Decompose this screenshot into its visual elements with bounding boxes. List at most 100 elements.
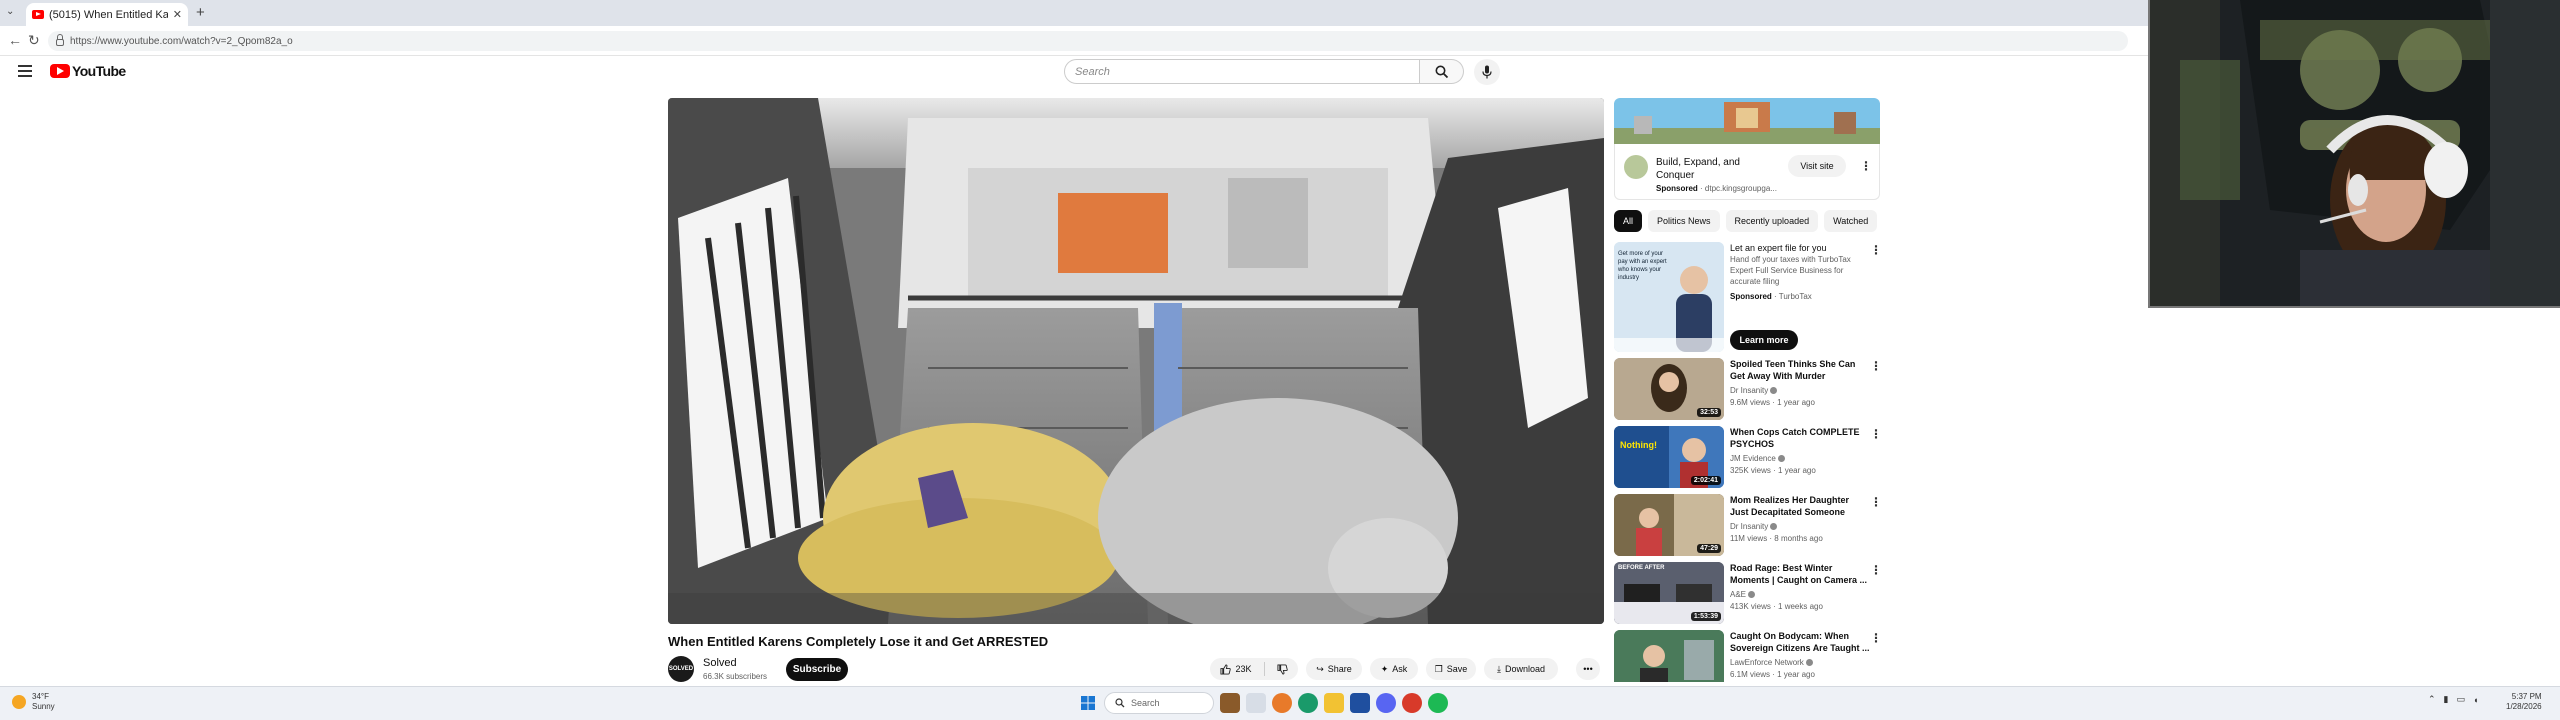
video-channel[interactable]: A&E <box>1730 590 1756 599</box>
visit-site-button[interactable]: Visit site <box>1788 155 1846 177</box>
youtube-favicon-icon <box>32 10 44 19</box>
file-explorer-icon[interactable] <box>1324 693 1344 713</box>
ad-sponsor-line: Sponsored · dtpc.kingsgroupga... <box>1656 184 1777 193</box>
like-count: 23K <box>1235 664 1252 674</box>
video-title[interactable]: Mom Realizes Her Daughter Just Decapitat… <box>1730 494 1870 518</box>
network-icon[interactable]: ▭ <box>2457 694 2466 705</box>
video-channel[interactable]: LawEnforce Network <box>1730 658 1813 667</box>
volume-icon[interactable]: ◖ <box>2473 695 2478 705</box>
video-menu-icon[interactable]: ⋮ <box>1870 564 1882 576</box>
new-tab-button[interactable]: + <box>196 4 205 21</box>
video-title[interactable]: Caught On Bodycam: When Sovereign Citize… <box>1730 630 1870 654</box>
video-menu-icon[interactable]: ⋮ <box>1870 632 1882 644</box>
bookmark-icon: ❐ <box>1434 663 1443 674</box>
tab-close-icon[interactable]: ✕ <box>173 8 182 21</box>
ad-domain: dtpc.kingsgroupga... <box>1704 184 1777 193</box>
dislike-button[interactable] <box>1269 658 1296 680</box>
video-duration: 32:53 <box>1697 408 1721 417</box>
weather-widget[interactable]: 34°F Sunny <box>12 692 55 712</box>
taskbar-widget-icon[interactable] <box>1220 693 1240 713</box>
video-title[interactable]: When Cops Catch COMPLETE PSYCHOS <box>1730 426 1870 450</box>
video-menu-icon[interactable]: ⋮ <box>1870 360 1882 372</box>
tray-overflow-icon[interactable]: ⌃ <box>2428 694 2436 705</box>
video-menu-icon[interactable]: ⋮ <box>1870 496 1882 508</box>
download-button[interactable]: ⤓ Download <box>1484 658 1558 680</box>
ad-thumbnail-text: Get more of your pay with an expert who … <box>1618 251 1667 281</box>
video-thumbnail: 47:29 <box>1614 494 1724 556</box>
thumbnail-text: Nothing! <box>1620 440 1657 450</box>
search-input[interactable]: Search <box>1064 59 1420 84</box>
discord-icon[interactable] <box>1376 693 1396 713</box>
youtube-play-icon <box>50 64 70 78</box>
ad-title[interactable]: Build, Expand, and Conquer <box>1656 156 1766 182</box>
taskbar-clock[interactable]: 5:37 PM 1/28/2026 <box>2506 692 2542 712</box>
task-view-icon[interactable] <box>1246 693 1266 713</box>
search-button[interactable] <box>1420 59 1464 84</box>
thumbnail-art <box>1614 630 1724 682</box>
ad-banner-image[interactable] <box>1614 98 1880 144</box>
like-divider <box>1263 662 1265 676</box>
chip-politics-news[interactable]: Politics News <box>1648 210 1720 232</box>
back-icon[interactable]: ← <box>8 32 22 48</box>
share-label: Share <box>1327 664 1352 674</box>
video-channel[interactable]: JM Evidence <box>1730 454 1785 463</box>
subscribe-button[interactable]: Subscribe <box>786 658 848 681</box>
learn-more-button[interactable]: Learn more <box>1730 330 1798 350</box>
webcam-overlay <box>2148 0 2560 308</box>
windows-start-icon[interactable] <box>1078 693 1098 713</box>
ad-menu-icon[interactable]: ⋮ <box>1860 160 1872 172</box>
recommended-video[interactable]: Nothing! 2:02:41 When Cops Catch COMPLET… <box>1614 426 1884 488</box>
video-channel[interactable]: Dr Insanity <box>1730 386 1778 395</box>
video-duration: 1:53:39 <box>1690 612 1721 621</box>
video-meta: 413K views · 1 weeks ago <box>1730 602 1823 611</box>
video-channel[interactable]: Dr Insanity <box>1730 522 1778 531</box>
edge-icon[interactable] <box>1298 693 1318 713</box>
chip-watched[interactable]: Watched <box>1824 210 1878 232</box>
voice-search-button[interactable] <box>1474 59 1500 85</box>
address-bar[interactable]: https://www.youtube.com/watch?v=2_Qpom82… <box>48 31 2128 51</box>
share-button[interactable]: ↪ Share <box>1306 658 1362 680</box>
chip-all[interactable]: All <box>1614 210 1643 232</box>
video-thumbnail: Nothing! 2:02:41 <box>1614 426 1724 488</box>
like-button[interactable]: 23K <box>1212 658 1259 680</box>
menu-icon[interactable] <box>18 65 32 77</box>
video-thumbnail <box>1614 630 1724 682</box>
chip-recently-uploaded[interactable]: Recently uploaded <box>1725 210 1819 232</box>
more-actions-button[interactable]: ••• <box>1576 658 1600 680</box>
video-title[interactable]: Road Rage: Best Winter Moments | Caught … <box>1730 562 1870 586</box>
taskbar-apps: Search <box>1078 692 1448 714</box>
video-thumbnail: 32:53 <box>1614 358 1724 420</box>
tray-app-icon[interactable]: ▮ <box>2444 694 2449 705</box>
save-button[interactable]: ❐ Save <box>1426 658 1476 680</box>
chrome-icon[interactable] <box>1402 693 1422 713</box>
firefox-icon[interactable] <box>1272 693 1292 713</box>
browser-tab-active[interactable]: (5015) When Entitled Karens ✕ <box>26 3 188 26</box>
like-dislike-group: 23K <box>1210 658 1298 680</box>
tab-search-icon[interactable]: ⌄ <box>6 6 14 17</box>
sun-icon <box>12 695 26 709</box>
video-meta: 6.1M views · 1 year ago <box>1730 670 1815 679</box>
channel-avatar[interactable]: SOLVED <box>668 656 694 682</box>
verified-icon <box>1770 523 1778 530</box>
recommended-video[interactable]: BEFORE AFTER 1:53:39 Road Rage: Best Win… <box>1614 562 1884 624</box>
rec-ad-menu-icon[interactable]: ⋮ <box>1870 244 1882 256</box>
recommended-video[interactable]: 47:29 Mom Realizes Her Daughter Just Dec… <box>1614 494 1884 556</box>
video-frame <box>668 98 1604 624</box>
verified-icon <box>1748 591 1756 598</box>
sponsored-label: Sponsored <box>1656 184 1698 193</box>
store-icon[interactable] <box>1350 693 1370 713</box>
thumbs-down-icon <box>1276 663 1288 675</box>
youtube-logo[interactable]: YouTube <box>50 63 126 79</box>
video-menu-icon[interactable]: ⋮ <box>1870 428 1882 440</box>
reload-icon[interactable]: ↻ <box>28 32 40 49</box>
recommended-video[interactable]: Caught On Bodycam: When Sovereign Citize… <box>1614 630 1884 682</box>
recommended-video[interactable]: 32:53 Spoiled Teen Thinks She Can Get Aw… <box>1614 358 1884 420</box>
video-title[interactable]: Spoiled Teen Thinks She Can Get Away Wit… <box>1730 358 1870 382</box>
taskbar-search[interactable]: Search <box>1104 692 1214 714</box>
spotify-icon[interactable] <box>1428 693 1448 713</box>
ask-button[interactable]: ✦ Ask <box>1370 658 1418 680</box>
video-player[interactable] <box>668 98 1604 624</box>
rec-ad-title[interactable]: Let an expert file for you <box>1730 242 1870 254</box>
search-placeholder: Search <box>1075 65 1110 78</box>
channel-name[interactable]: Solved <box>703 657 737 669</box>
